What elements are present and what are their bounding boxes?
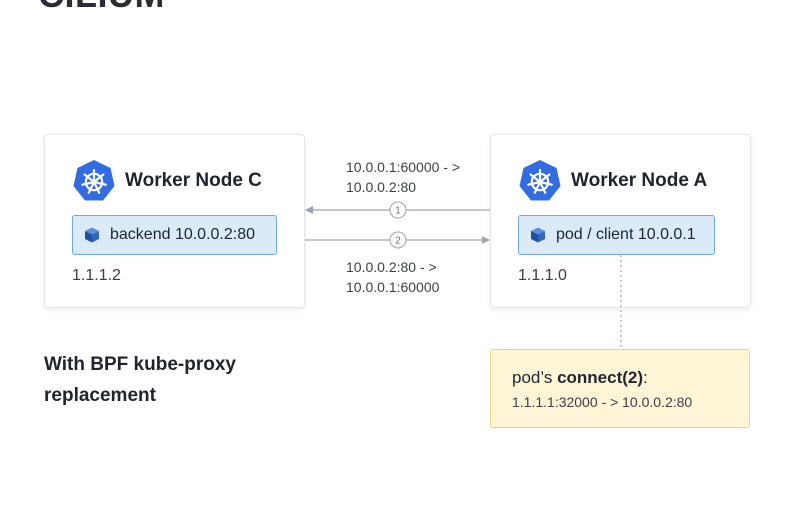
note-suffix: :	[643, 368, 648, 387]
connect-note: pod’s connect(2): 1.1.1.1:32000 - > 10.0…	[490, 349, 750, 428]
note-title: pod’s connect(2):	[512, 368, 749, 388]
caption-line-1: With BPF kube-proxy	[44, 354, 236, 375]
flow-1-destination: 10.0.0.2:80	[346, 179, 417, 195]
step-1-number: 1	[395, 206, 401, 217]
flow-2-destination: 10.0.0.1:60000	[346, 279, 440, 295]
note-mapping: 1.1.1.1:32000 - > 10.0.0.2:80	[512, 394, 693, 410]
flow-2-source: 10.0.0.2:80 - >	[346, 259, 437, 275]
diagram-caption: With BPF kube-proxy replacement	[44, 349, 236, 411]
step-2-number: 2	[395, 236, 401, 247]
flow-1-label: 10.0.0.1:60000 - > 10.0.0.2:80	[346, 157, 460, 197]
connectors: 1 2	[305, 201, 622, 349]
step-2-badge: 2	[389, 231, 407, 249]
flow-1-source: 10.0.0.1:60000 - >	[346, 159, 461, 175]
note-prefix: pod’s	[512, 368, 558, 387]
note-syscall: connect(2)	[557, 368, 644, 387]
step-1-badge: 1	[389, 201, 407, 219]
flow-2-label: 10.0.0.2:80 - > 10.0.0.1:60000	[346, 257, 439, 297]
caption-line-2: replacement	[44, 385, 156, 406]
